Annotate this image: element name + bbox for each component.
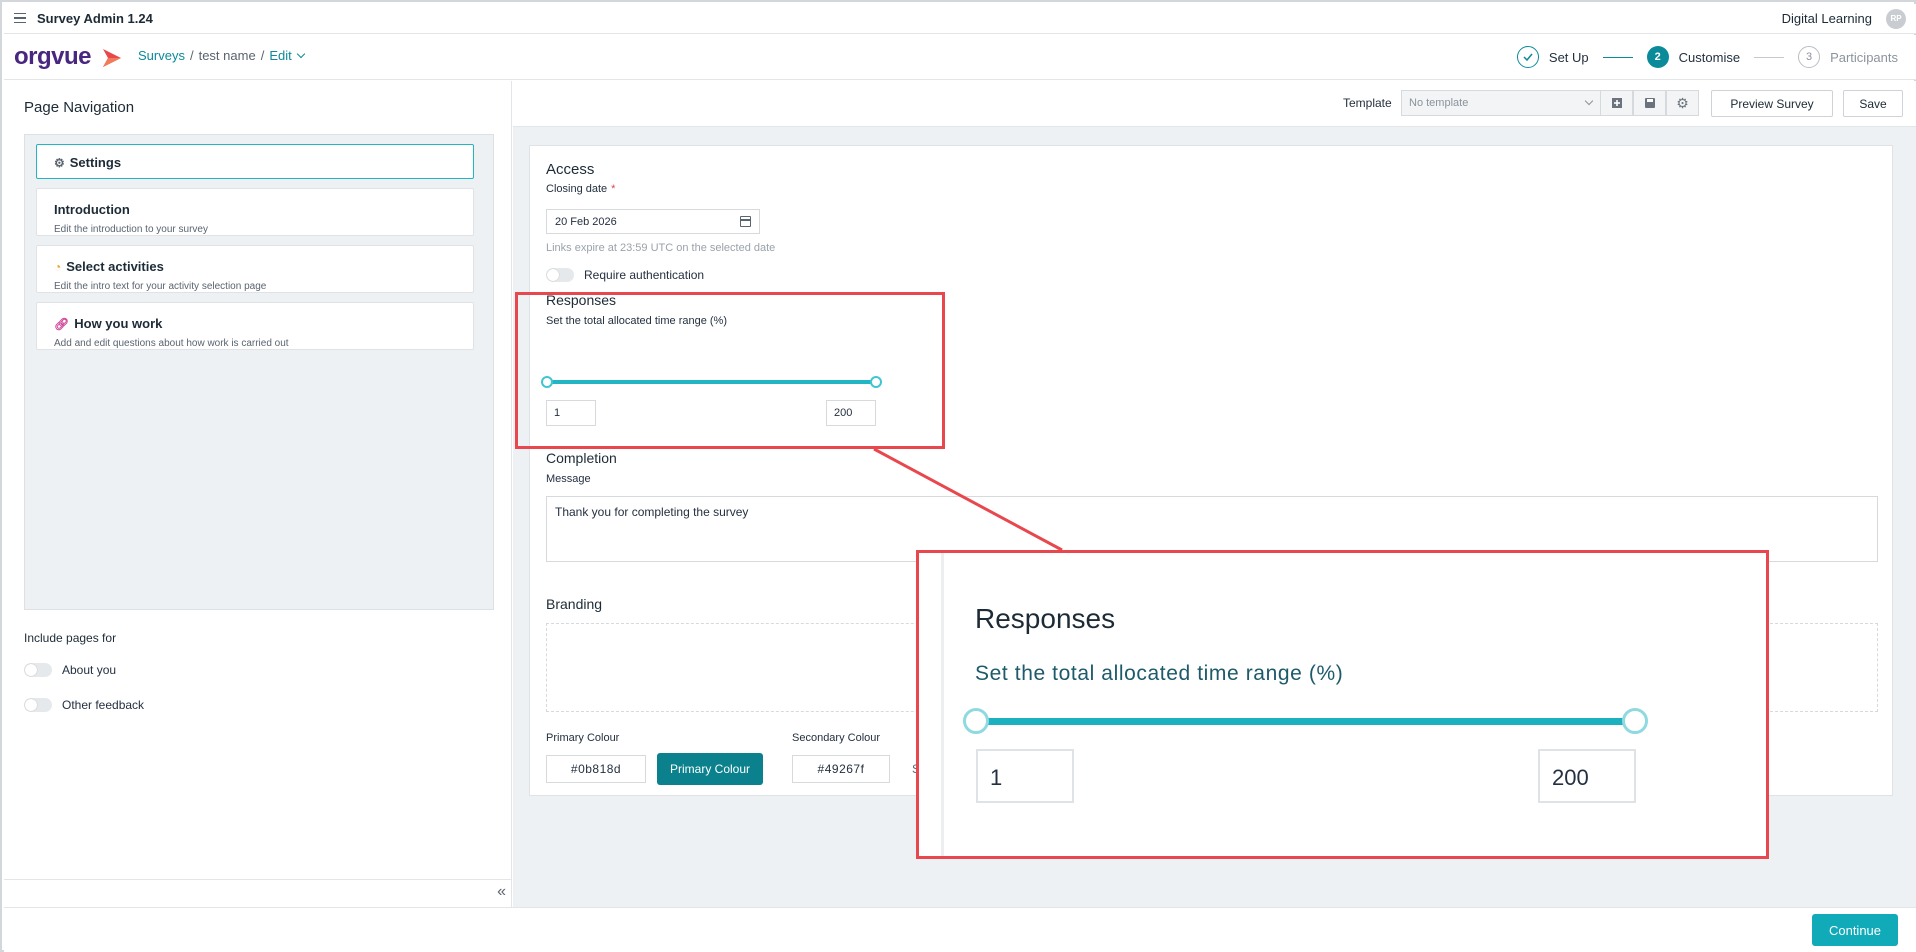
zoom-slider-max-handle: [1622, 708, 1648, 734]
app-window: Survey Admin 1.24 Digital Learning RP or…: [0, 0, 1916, 952]
zoom-max-input: 200: [1538, 749, 1636, 803]
zoom-callout: Responses Set the total allocated time r…: [916, 550, 1769, 859]
zoom-panel-edge: [941, 553, 944, 856]
zoom-responses-title: Responses: [975, 603, 1116, 634]
zoom-slider-track: [976, 718, 1646, 725]
zoom-min-input: 1: [976, 749, 1074, 803]
zoom-range-label: Set the total allocated time range (%): [975, 662, 1344, 685]
zoom-slider-min-handle: [963, 708, 989, 734]
